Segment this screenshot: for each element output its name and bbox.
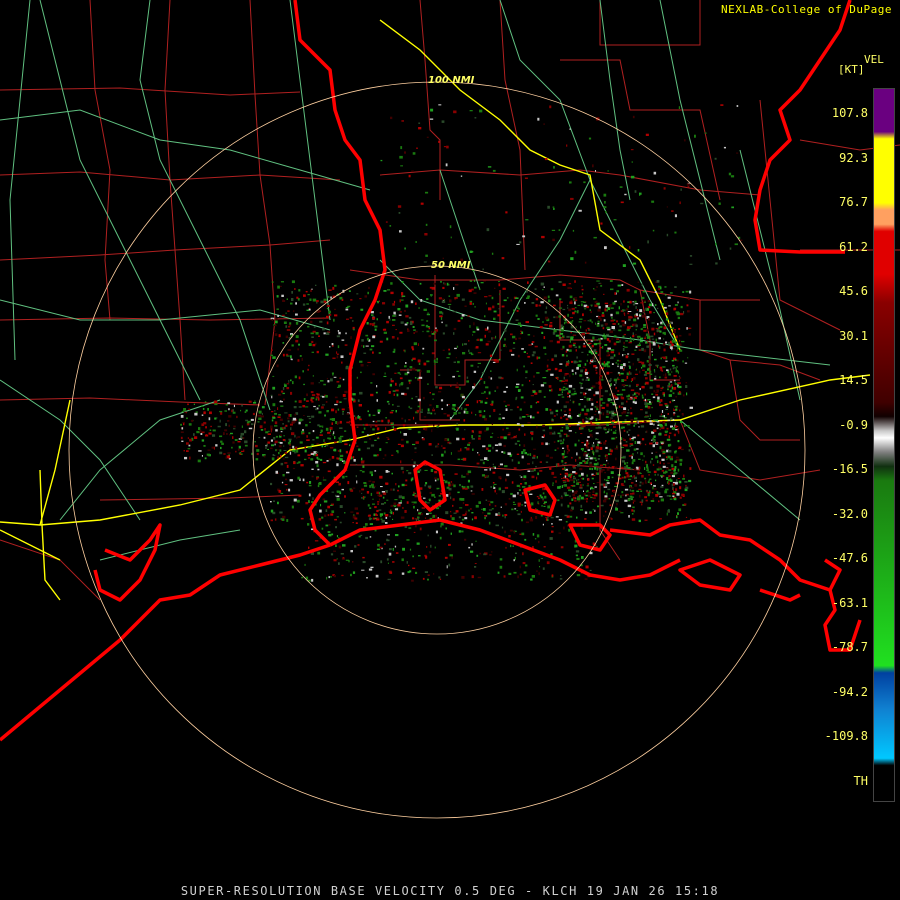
credit-text: NEXLAB-College of DuPage [721,3,892,16]
product-caption: SUPER-RESOLUTION BASE VELOCITY 0.5 DEG -… [180,884,720,898]
legend-tick: 45.6 [839,284,868,298]
legend-tick: -47.6 [831,551,868,565]
legend-tick: 14.5 [839,373,868,387]
legend-tick: -16.5 [831,462,868,476]
range-ring-label-50: 50 NMI [431,260,471,271]
color-scale-bar [873,88,895,802]
coastline [0,0,862,742]
radar-map: 50 NMI 100 NMI [0,0,900,819]
legend-tick: -109.8 [824,729,868,743]
legend-tick: 61.2 [839,239,868,254]
legend-product: VEL [864,53,884,66]
legend-tick: -32.0 [831,506,868,521]
legend-tick: TH [853,773,868,788]
legend-tick: -0.9 [839,417,868,432]
legend-tick: 107.8 [831,106,868,120]
range-ring-100 [68,81,806,819]
range-rings [68,81,806,819]
legend-tick: 76.7 [839,195,868,209]
legend-tick: 30.1 [839,328,868,343]
legend-tick: -94.2 [831,684,868,699]
legend-unit: [KT] [838,63,865,76]
legend-tick: 92.3 [839,150,868,165]
legend-tick: -78.7 [831,640,868,654]
legend-tick: -63.1 [831,595,868,610]
range-ring-label-100: 100 NMI [428,75,475,86]
